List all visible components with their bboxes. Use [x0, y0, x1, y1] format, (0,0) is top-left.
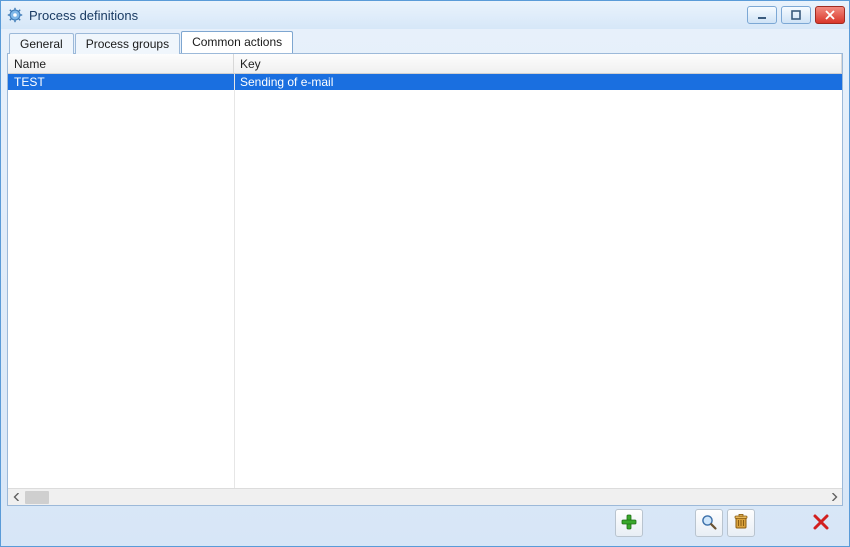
column-divider [234, 74, 235, 488]
tab-common-actions[interactable]: Common actions [181, 31, 293, 53]
window-title: Process definitions [29, 8, 747, 23]
table-body[interactable]: TEST Sending of e-mail [8, 74, 842, 488]
minimize-button[interactable] [747, 6, 777, 24]
chevron-left-icon[interactable] [8, 489, 25, 506]
maximize-button[interactable] [781, 6, 811, 24]
column-header-key[interactable]: Key [234, 54, 842, 73]
table: Name Key TEST Sending of e-mail [7, 53, 843, 506]
tabstrip: General Process groups Common actions [7, 29, 843, 53]
chevron-right-icon[interactable] [825, 489, 842, 506]
magnifier-icon [700, 513, 718, 534]
cell-name: TEST [8, 75, 234, 89]
titlebar[interactable]: Process definitions [1, 1, 849, 29]
window-frame: Process definitions General Process grou… [0, 0, 850, 547]
scrollbar-thumb[interactable] [25, 491, 49, 504]
scrollbar-track[interactable] [25, 489, 825, 505]
cell-key: Sending of e-mail [234, 75, 842, 89]
table-header: Name Key [8, 54, 842, 74]
tab-general[interactable]: General [9, 33, 74, 54]
close-button[interactable] [815, 6, 845, 24]
cancel-button[interactable] [807, 509, 835, 537]
horizontal-scrollbar[interactable] [8, 488, 842, 505]
trash-icon [732, 513, 750, 534]
gear-icon [7, 7, 23, 23]
tab-process-groups[interactable]: Process groups [75, 33, 180, 54]
plus-icon [620, 513, 638, 534]
x-red-icon [812, 513, 830, 534]
window-controls [747, 6, 847, 24]
bottom-toolbar [7, 506, 843, 540]
delete-button[interactable] [727, 509, 755, 537]
search-button[interactable] [695, 509, 723, 537]
content-area: General Process groups Common actions Na… [7, 29, 843, 540]
column-header-name[interactable]: Name [8, 54, 234, 73]
add-button[interactable] [615, 509, 643, 537]
table-row[interactable]: TEST Sending of e-mail [8, 74, 842, 90]
